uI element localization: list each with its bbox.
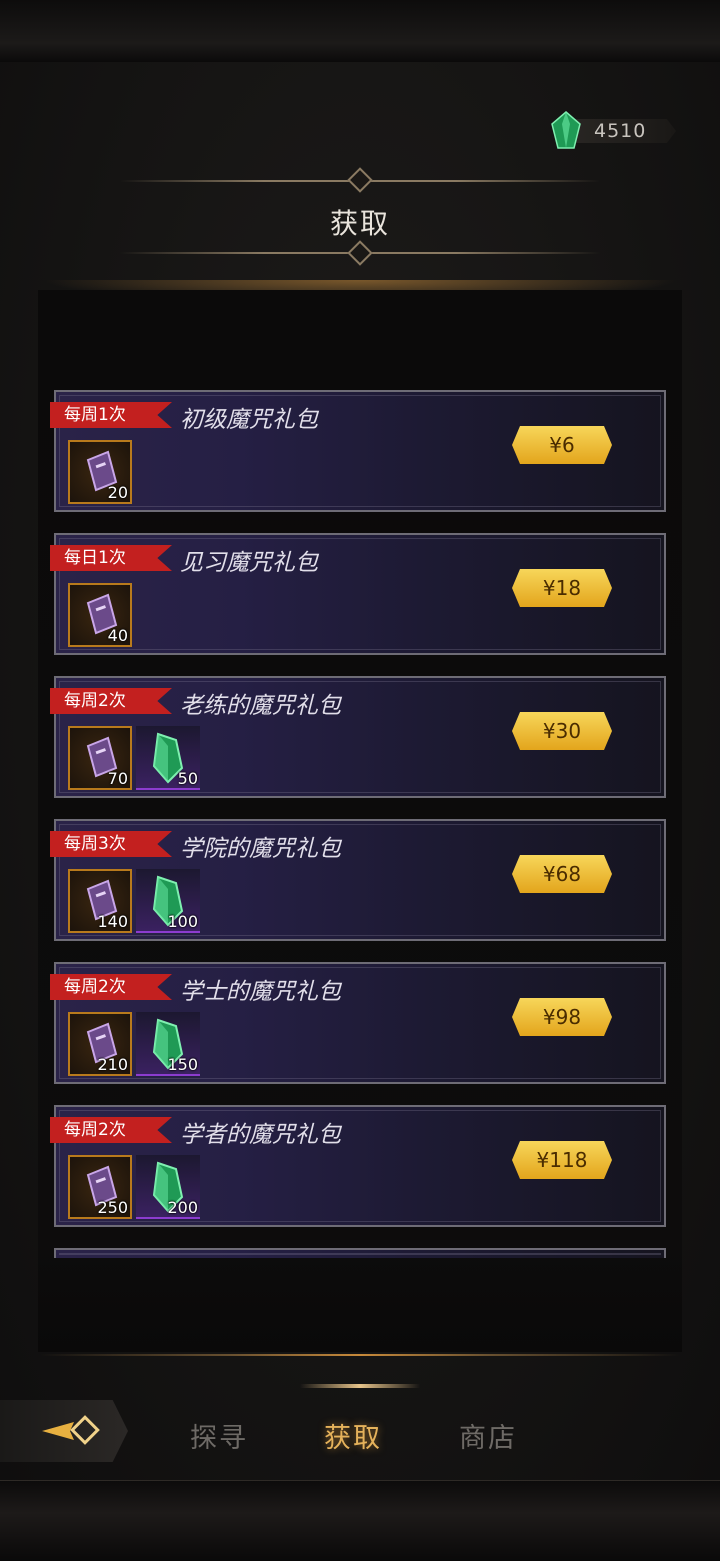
back-arrow-icon	[42, 1415, 100, 1445]
pack-card[interactable]: 每周2次 学者的魔咒礼包 250 200 ¥118	[50, 1105, 666, 1227]
tab-shop[interactable]: 商店	[459, 1416, 517, 1455]
reward-item[interactable]: 100	[136, 869, 200, 933]
reward-item[interactable]: 70	[68, 726, 132, 790]
title-top-ornament	[347, 167, 373, 193]
item-quantity: 150	[167, 1055, 198, 1074]
reward-item[interactable]: 140	[68, 869, 132, 933]
price-button[interactable]: ¥6	[512, 426, 612, 464]
purchase-limit-tag: 每周3次	[50, 831, 172, 857]
price-button[interactable]: ¥30	[512, 712, 612, 750]
reward-item[interactable]: 50	[136, 726, 200, 790]
tab-obtain[interactable]: 获取	[324, 1416, 382, 1455]
purchase-limit-tag: 每周2次	[50, 974, 172, 1000]
item-quantity: 140	[97, 912, 128, 931]
nav-divider	[40, 1354, 680, 1356]
item-quantity: 40	[107, 626, 128, 645]
pack-list[interactable]: 每周1次 初级魔咒礼包 20 ¥6 每日1次 见习魔咒礼包 40 ¥18 每周2…	[38, 290, 682, 1352]
item-quantity: 250	[97, 1198, 128, 1217]
currency-value: 4510	[594, 120, 647, 142]
pack-name: 见习魔咒礼包	[180, 550, 318, 576]
reward-item[interactable]: 210	[68, 1012, 132, 1076]
pack-name: 老练的魔咒礼包	[180, 693, 341, 719]
pack-name: 学者的魔咒礼包	[180, 1122, 341, 1148]
purchase-limit-tag: 每日1次	[50, 545, 172, 571]
item-quantity: 50	[177, 769, 198, 788]
item-quantity: 20	[107, 483, 128, 502]
tab-explore[interactable]: 探寻	[190, 1416, 248, 1455]
price-button[interactable]: ¥68	[512, 855, 612, 893]
currency-display: 4510	[548, 111, 680, 149]
reward-item[interactable]: 250	[68, 1155, 132, 1219]
reward-item[interactable]: 40	[68, 583, 132, 647]
pack-name: 学士的魔咒礼包	[180, 979, 341, 1005]
purchase-limit-tag: 每周2次	[50, 1117, 172, 1143]
title-bottom-ornament	[347, 240, 373, 266]
top-frame	[0, 0, 720, 63]
price-button[interactable]: ¥118	[512, 1141, 612, 1179]
green-gem-icon	[551, 111, 581, 149]
page-title: 获取	[329, 207, 390, 240]
item-quantity: 200	[167, 1198, 198, 1217]
item-quantity: 210	[97, 1055, 128, 1074]
title-bar: 获取	[80, 166, 640, 266]
active-tab-glow	[300, 1384, 420, 1388]
purchase-limit-tag: 每周2次	[50, 688, 172, 714]
pack-card[interactable]: 每周2次 学士的魔咒礼包 210 150 ¥98	[50, 962, 666, 1084]
pack-name: 初级魔咒礼包	[180, 407, 318, 433]
price-button[interactable]: ¥98	[512, 998, 612, 1036]
item-quantity: 100	[167, 912, 198, 931]
pack-card[interactable]: 每周1次 初级魔咒礼包 20 ¥6	[50, 390, 666, 512]
pack-name: 学院的魔咒礼包	[180, 836, 341, 862]
back-button[interactable]	[0, 1400, 128, 1462]
pack-card[interactable]: 每日1次 见习魔咒礼包 40 ¥18	[50, 533, 666, 655]
price-button[interactable]: ¥18	[512, 569, 612, 607]
reward-item[interactable]: 200	[136, 1155, 200, 1219]
pack-card-partial[interactable]	[54, 1248, 666, 1258]
pack-card[interactable]: 每周3次 学院的魔咒礼包 140 100 ¥68	[50, 819, 666, 941]
bottom-frame	[0, 1480, 720, 1561]
reward-item[interactable]: 20	[68, 440, 132, 504]
pack-card[interactable]: 每周2次 老练的魔咒礼包 70 50 ¥30	[50, 676, 666, 798]
purchase-limit-tag: 每周1次	[50, 402, 172, 428]
reward-item[interactable]: 150	[136, 1012, 200, 1076]
item-quantity: 70	[107, 769, 128, 788]
